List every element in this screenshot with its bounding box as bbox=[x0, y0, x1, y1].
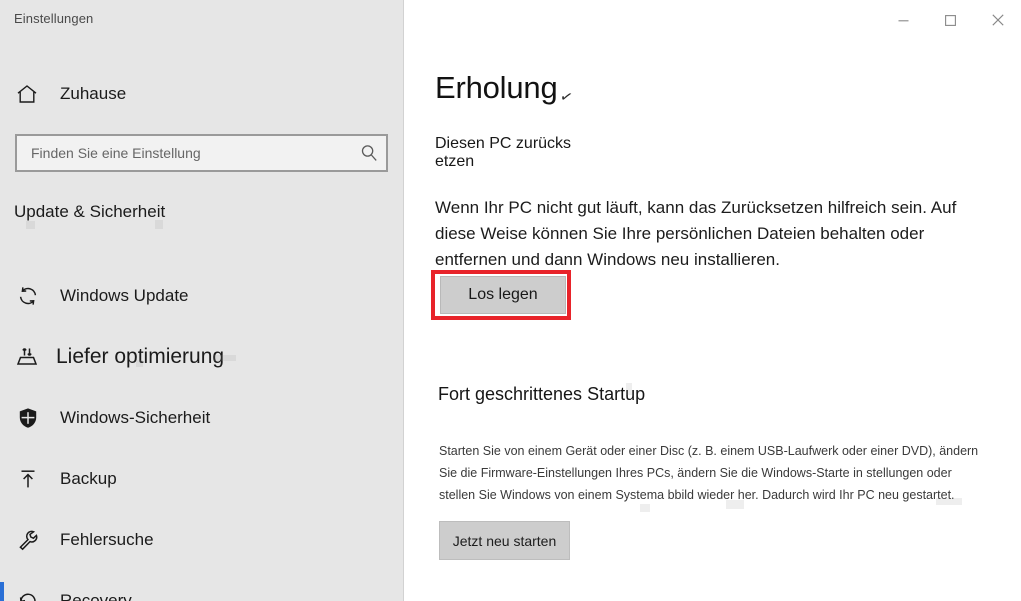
upload-arrow-icon bbox=[14, 465, 42, 493]
recovery-icon bbox=[14, 587, 42, 601]
page-title: Erholung bbox=[435, 70, 558, 105]
home-label: Zuhause bbox=[60, 84, 127, 103]
minimize-button[interactable] bbox=[880, 1, 927, 39]
scan-artifact: ✓ bbox=[557, 87, 575, 108]
sidebar-item-delivery-optimization[interactable]: Liefer optimierung bbox=[0, 326, 404, 387]
sidebar-item-backup[interactable]: Backup bbox=[0, 448, 404, 509]
sidebar-item-label: Recovery bbox=[60, 590, 132, 601]
close-button[interactable] bbox=[974, 1, 1021, 39]
sidebar-item-home[interactable]: Zuhause bbox=[14, 79, 126, 109]
restart-now-button[interactable]: Jetzt neu starten bbox=[439, 521, 570, 560]
search-icon[interactable] bbox=[352, 143, 386, 163]
get-started-button[interactable]: Los legen bbox=[440, 276, 566, 314]
wrench-icon bbox=[14, 526, 42, 554]
sidebar: Einstellungen Zuhause Finden Sie eine Ei… bbox=[0, 0, 404, 601]
reset-section-heading: Diesen PC zurücks etzen bbox=[435, 135, 572, 170]
search-placeholder: Finden Sie eine Einstellung bbox=[31, 145, 201, 161]
sidebar-item-windows-update[interactable]: Windows Update bbox=[0, 265, 404, 326]
sidebar-nav: Windows Update Liefer optimierung Window… bbox=[0, 265, 404, 601]
search-input[interactable]: Finden Sie eine Einstellung bbox=[15, 134, 388, 172]
sidebar-item-recovery[interactable]: Recovery bbox=[0, 570, 404, 601]
delivery-optimization-icon bbox=[14, 343, 42, 371]
sidebar-category-label: Update & Sicherheit bbox=[14, 202, 166, 221]
home-icon bbox=[14, 81, 40, 107]
sidebar-item-label: Liefer optimierung bbox=[56, 344, 225, 368]
main-content: Erholung ✓ Diesen PC zurücks etzen Wenn … bbox=[408, 0, 1021, 601]
advanced-startup-heading: Fort geschrittenes Startup bbox=[438, 384, 646, 404]
sidebar-item-label: Windows Update bbox=[60, 285, 189, 305]
maximize-button[interactable] bbox=[927, 1, 974, 39]
scan-artifact bbox=[26, 221, 35, 229]
sync-refresh-icon bbox=[14, 282, 42, 310]
sidebar-item-label: Fehlersuche bbox=[60, 529, 154, 549]
advanced-startup-body: Starten Sie von einem Gerät oder einer D… bbox=[439, 444, 979, 502]
sidebar-item-windows-security[interactable]: Windows-Sicherheit bbox=[0, 387, 404, 448]
window-controls bbox=[880, 0, 1021, 40]
app-title: Einstellungen bbox=[14, 11, 94, 26]
settings-window: Einstellungen Zuhause Finden Sie eine Ei… bbox=[0, 0, 1021, 601]
reset-section-body: Wenn Ihr PC nicht gut läuft, kann das Zu… bbox=[435, 198, 957, 269]
sidebar-item-label: Backup bbox=[60, 468, 117, 488]
sidebar-item-troubleshoot[interactable]: Fehlersuche bbox=[0, 509, 404, 570]
shield-icon bbox=[14, 404, 42, 432]
sidebar-item-label: Windows-Sicherheit bbox=[60, 407, 211, 427]
